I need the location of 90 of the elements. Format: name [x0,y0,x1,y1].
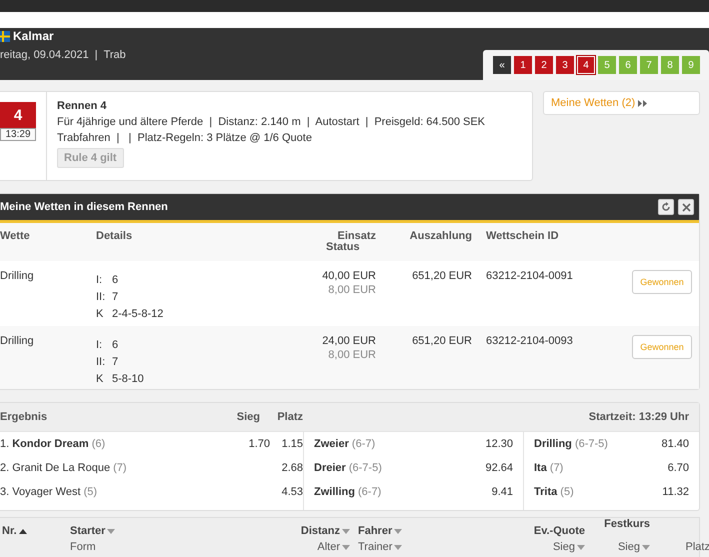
place-odds: 2.68 [280,461,303,475]
stake-unit: 8,00 EUR [327,348,376,362]
caret-down-icon [394,528,402,534]
payout-value: 11.32 [662,486,689,498]
stake-amount: 40,00 EUR [321,269,376,283]
detail-value: 2-4-5-8-12 [112,308,164,320]
column-header[interactable]: Alter [317,541,340,553]
stake-unit: 8,00 EUR [327,283,376,297]
detail-label: I: [96,274,104,286]
payout-bet: Drilling (6-7-5) [534,438,608,450]
column-header[interactable]: Trainer [358,541,392,553]
caret-down-icon [342,528,350,534]
race-tab[interactable]: 3 [556,56,574,74]
payout-value: 6.70 [668,462,689,474]
caret-down-icon [107,528,116,534]
payout-bet: Zwilling (6-7) [314,486,382,498]
column-header: Ev.-Quote [534,525,585,537]
detail-value: 5-8-10 [112,373,145,385]
column-header[interactable]: Form [70,541,96,553]
race-date: reitag, 09.04.2021 | Trab [0,49,126,61]
payout-bet: Trita (5) [534,486,574,498]
detail-label: K [96,373,104,385]
flag-icon [0,30,10,42]
column-header[interactable]: Sieg [552,541,575,553]
caret-down-icon [342,544,350,550]
race-tab[interactable]: 4 [577,56,595,74]
double-arrow-icon [638,100,648,106]
bet-type: Drilling [0,269,35,283]
detail-label: II: [96,356,106,368]
payout-amount: 651,20 EUR [411,269,472,283]
stake-amount: 24,00 EUR [321,334,376,348]
payout-bet: Zweier (6-7) [314,438,376,450]
win-odds: 1.70 [248,437,270,451]
close-button[interactable] [678,199,694,215]
column-header: Ergebnis [0,412,48,422]
detail-label: I: [96,339,104,351]
column-header: Wette [0,231,31,242]
detail-label: K [96,308,104,320]
race-time: 13:29 [0,128,36,141]
race-tab[interactable]: 2 [535,56,553,74]
bet-type: Drilling [0,334,35,348]
caret-down-icon [577,544,585,550]
column-header: Einsatz [336,231,376,242]
start-time: Startzeit: 13:29 Uhr [588,412,689,422]
panel-title: Meine Wetten in diesem Rennen [0,201,168,213]
column-header: Festkurs [604,518,650,530]
refresh-icon [661,202,671,212]
race-rules: Trabfahren | | Platz-Regeln: 3 Plätze @ 1/6 Quote [57,132,313,144]
caret-down-icon [394,544,402,550]
payout-bet: Ita (7) [534,462,564,474]
column-header[interactable]: Sieg [618,541,640,553]
close-icon [682,202,690,212]
payout-value: 92.64 [485,462,513,474]
column-header: Platz [276,412,304,422]
finisher-name: 2. Granit De La Roque (7) [0,462,128,474]
place-odds: 1.15 [280,437,303,451]
refresh-button[interactable] [658,199,674,215]
payout-value: 12.30 [485,438,513,450]
finisher-name: 3. Voyager West (5) [0,486,98,498]
detail-value: 7 [112,291,120,303]
payout-value: 81.40 [661,438,689,450]
column-header: Wettschein ID [485,231,560,242]
payout-amount: 651,20 EUR [411,334,472,348]
detail-value: 7 [112,356,120,368]
payout-bet: Dreier (6-7-5) [314,462,382,474]
column-header[interactable]: Nr. [2,525,17,537]
finisher-name: 1. Kondor Dream (6) [0,438,106,450]
detail-value: 6 [112,339,120,351]
detail-value: 6 [112,274,120,286]
ticket-id: 63212-2104-0093 [485,334,574,348]
column-header: Status [325,242,361,253]
race-conditions: Für 4jährige und ältere Pferde | Distanz: 2.140 m | Autostart | Preisgeld: 64.500 SEK [57,116,486,128]
column-header: Auszahlung [408,231,472,242]
payout-value: 9.41 [492,486,513,498]
race-title: Rennen 4 [57,100,108,112]
column-header: Sieg [236,412,261,422]
caret-down-icon [642,544,650,550]
column-header[interactable]: Fahrer [358,525,392,537]
back-button[interactable]: « [493,56,511,74]
place-odds: 4.53 [280,485,303,499]
column-header: Details [96,231,134,242]
ticket-id: 63212-2104-0091 [485,269,574,283]
column-header[interactable]: Distanz [300,525,340,537]
detail-label: II: [96,291,106,303]
rule-badge: Rule 4 gilt [57,148,124,168]
column-header[interactable]: Starter [70,525,106,537]
race-number: 4 [0,102,36,128]
sort-up-icon [18,528,27,534]
race-tab[interactable]: 1 [514,56,532,74]
venue-name: Kalmar [13,29,54,43]
